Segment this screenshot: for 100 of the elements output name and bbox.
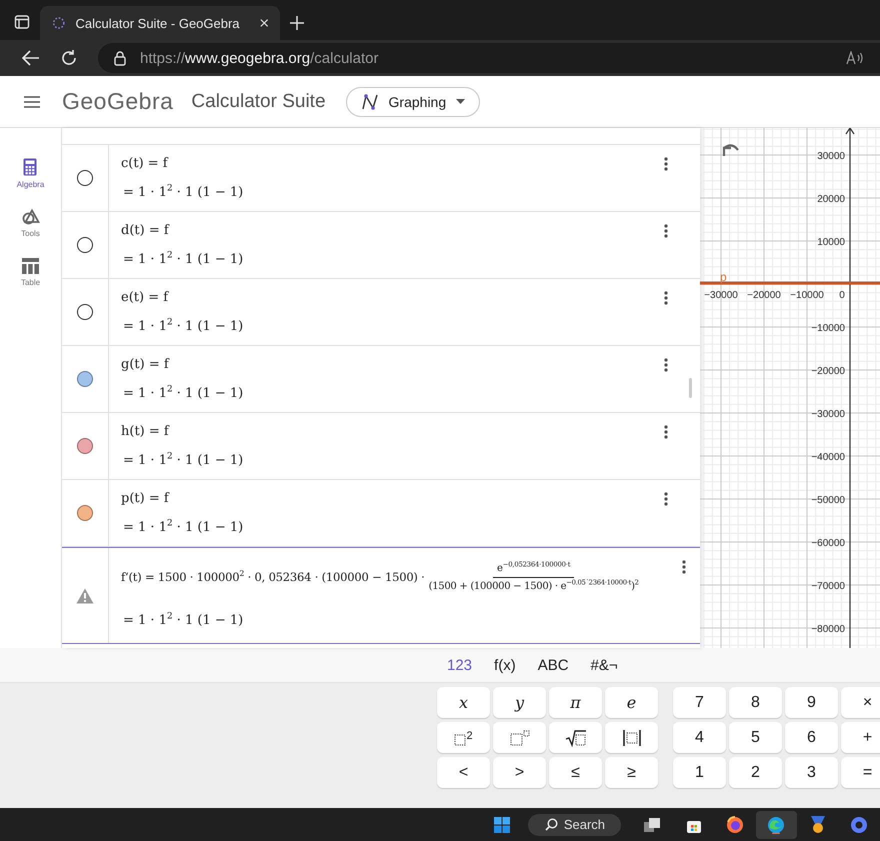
algebra-row[interactable]: f‘(t) = 1500 · 100000$^{2}$ · 0, 052364 · (100000 − 1500) · e$^{−0,052364·100000·t}$ (1500 + (100000 − 1500) · e$^{−0.05˙2364·10000·t}$)$^{2}$ = 1 · 1$^{2}$ · 1 (1 − 1) xyxy=(62,547,700,644)
keyboard-tab[interactable]: f(x) xyxy=(494,656,516,674)
keyboard-key[interactable] xyxy=(605,722,658,753)
more-icon xyxy=(682,560,686,574)
keyboard-key[interactable] xyxy=(549,722,602,753)
keyboard-key[interactable]: 3 xyxy=(785,757,838,788)
sidebar-tab[interactable]: Tools xyxy=(19,207,42,240)
scrollbar-thumb[interactable] xyxy=(689,378,692,398)
keyboard-key[interactable]: e xyxy=(605,687,658,718)
function-output: = 1 · 1$^{2}$ · 1 (1 − 1) xyxy=(122,319,244,334)
medal-icon xyxy=(810,816,826,834)
y-axis-label: −50000 xyxy=(811,495,845,506)
shapes-icon xyxy=(22,209,40,225)
placeholder-box-icon xyxy=(454,734,466,746)
keyboard-key[interactable]: ≤ xyxy=(549,757,602,788)
app-title: Calculator Suite xyxy=(191,90,326,112)
more-icon xyxy=(664,358,668,372)
menu-icon[interactable] xyxy=(24,96,40,108)
browser-tab[interactable]: Calculator Suite - GeoGebra xyxy=(40,6,280,40)
keyboard-key[interactable]: 6 xyxy=(785,722,838,753)
y-axis-label: −40000 xyxy=(811,452,845,463)
keyboard-key[interactable]: 7 xyxy=(673,687,726,718)
keyboard-key[interactable]: + xyxy=(841,722,880,753)
browser-swirl-icon xyxy=(767,816,786,834)
function-definition[interactable]: p(t) = f xyxy=(121,491,656,506)
close-icon[interactable] xyxy=(260,18,268,28)
keyboard-key[interactable]: 2 xyxy=(437,722,490,753)
keyboard-key[interactable]: 1 xyxy=(673,757,726,788)
keyboard-key[interactable]: 4 xyxy=(673,722,726,753)
more-icon xyxy=(664,492,668,506)
reload-icon[interactable] xyxy=(60,49,78,67)
keyboard-key[interactable]: < xyxy=(437,757,490,788)
curve-label: p xyxy=(720,270,727,284)
keyboard-key[interactable]: ≥ xyxy=(605,757,658,788)
function-output: = 1 · 1$^{2}$ · 1 (1 − 1) xyxy=(122,185,244,200)
app-dropdown[interactable]: Graphing xyxy=(346,86,480,116)
search-icon xyxy=(544,818,558,831)
taskbar-search[interactable]: Search xyxy=(528,814,622,836)
more-icon xyxy=(664,224,668,238)
read-aloud-icon[interactable] xyxy=(846,51,864,65)
swirl-icon xyxy=(850,816,868,834)
keyboard-tab[interactable]: ABC xyxy=(538,656,569,674)
graph-grid[interactable]: −30000 −20000 −10000 0 30000 20000 10000 −10000 −20000 −30000 −40000 −50000 −60000 −70000 −80000 p xyxy=(700,128,880,648)
more-icon xyxy=(664,157,668,171)
more-icon xyxy=(664,291,668,305)
table-icon xyxy=(22,258,39,274)
windows-icon xyxy=(494,816,510,832)
keyboard-key[interactable]: π xyxy=(549,687,602,718)
keyboard-tab[interactable]: #&¬ xyxy=(590,656,618,674)
y-axis-label: −60000 xyxy=(811,538,845,549)
tab-actions-icon[interactable] xyxy=(14,14,30,30)
visibility-toggle[interactable] xyxy=(77,237,93,253)
function-definition[interactable]: d(t) = f xyxy=(121,223,656,238)
windows-stack-icon xyxy=(644,818,660,832)
function-definition[interactable]: c(t) = f xyxy=(121,156,656,171)
function-definition[interactable]: g(t) = f xyxy=(121,357,656,372)
graph-curve-icon xyxy=(360,92,379,110)
logo[interactable]: GeoGebra xyxy=(62,88,174,115)
keyboard-key[interactable]: = xyxy=(841,757,880,788)
function-output: = 1 · 1$^{2}$ · 1 (1 − 1) xyxy=(122,613,244,628)
address-field[interactable]: https://www.geogebra.org/calculator xyxy=(98,43,880,73)
sidebar-tab[interactable]: Algebra xyxy=(14,156,46,191)
function-output: = 1 · 1$^{2}$ · 1 (1 − 1) xyxy=(122,386,244,401)
back-icon[interactable] xyxy=(22,50,40,66)
keyboard-key[interactable]: 9 xyxy=(785,687,838,718)
fraction-denominator: (1500 + (100000 − 1500) · e$^{−0.05˙2364·10000·t}$)$^{2}$ xyxy=(428,578,639,592)
y-axis-label: −80000 xyxy=(811,624,845,635)
new-tab-icon[interactable] xyxy=(290,16,304,30)
y-axis-label: −10000 xyxy=(811,323,845,334)
sidebar-tab[interactable]: Table xyxy=(18,256,42,289)
function-definition[interactable]: e(t) = f xyxy=(121,290,656,305)
x-axis-label: −30000 xyxy=(704,290,738,301)
y-axis-label: −30000 xyxy=(811,409,845,420)
function-definition[interactable]: h(t) = f xyxy=(121,424,656,439)
lock-icon xyxy=(114,50,126,66)
keyboard-key[interactable]: 5 xyxy=(729,722,782,753)
function-output: = 1 · 1$^{2}$ · 1 (1 − 1) xyxy=(122,252,244,267)
keyboard-key[interactable]: x xyxy=(437,687,490,718)
fraction-numerator: e$^{−0,052364·100000·t}$ xyxy=(493,562,574,578)
x-axis-label: −20000 xyxy=(747,290,781,301)
keyboard-key[interactable]: × xyxy=(841,687,880,718)
undo-icon[interactable] xyxy=(722,144,740,158)
square-root-icon xyxy=(564,728,586,746)
keyboard-key[interactable]: y xyxy=(493,687,546,718)
keyboard-tab[interactable]: 123 xyxy=(447,656,472,674)
function-output: = 1 · 1$^{2}$ · 1 (1 − 1) xyxy=(122,520,244,535)
keyboard-key[interactable]: 8 xyxy=(729,687,782,718)
visibility-toggle[interactable] xyxy=(77,170,93,186)
caret-icon xyxy=(456,99,466,104)
visibility-toggle[interactable] xyxy=(77,304,93,320)
y-axis-label: −70000 xyxy=(811,581,845,592)
x-axis-label: −10000 xyxy=(790,290,824,301)
fox-globe-icon xyxy=(726,816,744,834)
url-text: https://www.geogebra.org/calculator xyxy=(140,50,378,66)
absolute-value-icon xyxy=(622,728,642,746)
calculator-icon xyxy=(23,158,38,176)
keyboard-key[interactable]: 2 xyxy=(729,757,782,788)
power-icon xyxy=(510,730,530,746)
keyboard-key[interactable]: > xyxy=(493,757,546,788)
derivative-definition[interactable]: f‘(t) = 1500 · 100000$^{2}$ · 0, 052364 · (100000 − 1500) · xyxy=(121,570,425,584)
